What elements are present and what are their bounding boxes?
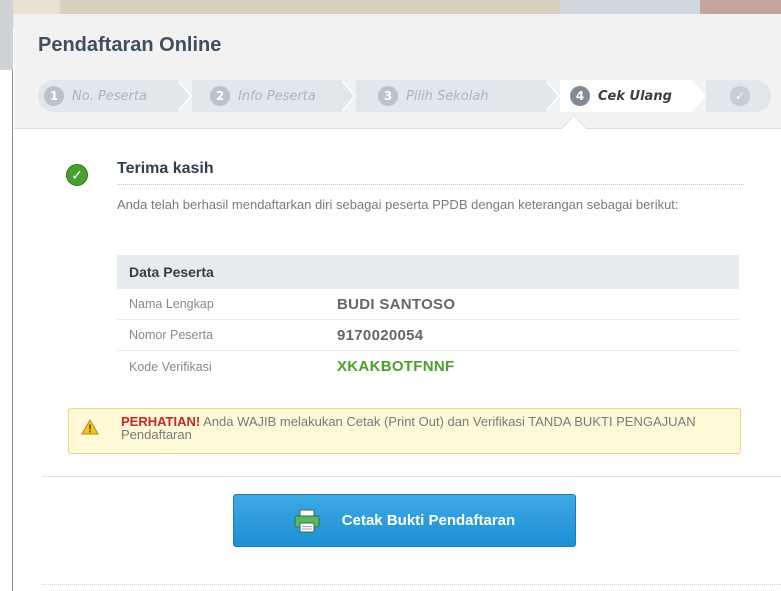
wizard-step-cek-ulang[interactable]: 4 Cek Ulang — [560, 80, 692, 112]
check-icon: ✓ — [730, 86, 750, 106]
print-proof-button[interactable]: Cetak Bukti Pendaftaran — [233, 494, 576, 547]
table-row: Nomor Peserta 9170020054 — [117, 320, 739, 351]
background-edge — [0, 0, 13, 70]
printer-icon — [294, 509, 320, 532]
table-row: Kode Verifikasi XKAKBOTFNNF — [117, 351, 739, 382]
wizard-steps: 1 No. Peserta 2 Info Peserta 3 Pilih Sek… — [38, 80, 771, 112]
warning-alert: PERHATIAN! Anda WAJIB melakukan Cetak (P… — [68, 408, 741, 454]
divider — [117, 184, 744, 185]
confirmation-title: Terima kasih — [117, 160, 214, 177]
step-separator — [340, 80, 354, 112]
step-number-badge: 2 — [210, 86, 230, 106]
confirmation-description: Anda telah berhasil mendaftarkan diri se… — [117, 197, 679, 212]
participant-data-table: Data Peserta Nama Lengkap BUDI SANTOSO N… — [117, 255, 739, 382]
print-button-label: Cetak Bukti Pendaftaran — [341, 512, 516, 529]
row-label: Nomor Peserta — [129, 328, 214, 342]
step-number-badge: 1 — [44, 86, 64, 106]
row-label: Nama Lengkap — [129, 297, 214, 311]
divider — [42, 476, 781, 477]
wizard-step-no-peserta[interactable]: 1 No. Peserta — [38, 80, 178, 112]
table-row: Nama Lengkap BUDI SANTOSO — [117, 289, 739, 320]
step-separator — [692, 80, 706, 112]
divider — [42, 584, 781, 585]
step-label: Cek Ulang — [598, 88, 672, 104]
step-separator — [176, 80, 190, 112]
wizard-step-info-peserta[interactable]: 2 Info Peserta — [192, 80, 342, 112]
step-label: Pilih Sekolah — [406, 88, 489, 104]
check-circle-icon: ✓ — [66, 164, 88, 186]
wizard-step-finish[interactable]: ✓ — [706, 80, 771, 112]
verification-code-value: XKAKBOTFNNF — [337, 358, 455, 375]
row-label: Kode Verifikasi — [129, 359, 212, 374]
step-number-badge: 3 — [378, 86, 398, 106]
background-edge — [0, 0, 13, 591]
step-label: Info Peserta — [238, 88, 316, 104]
warning-icon — [81, 419, 99, 435]
step-separator — [544, 80, 558, 112]
modal-title: Pendaftaran Online — [38, 34, 222, 56]
step-number-badge: 4 — [570, 86, 590, 106]
modal-header: Pendaftaran Online 1 No. Peserta 2 Info … — [14, 14, 781, 129]
alert-message: PERHATIAN! Anda WAJIB melakukan Cetak (P… — [121, 415, 731, 441]
step-label: No. Peserta — [72, 88, 147, 104]
alert-text: Anda WAJIB melakukan Cetak (Print Out) d… — [121, 414, 696, 442]
registration-modal: Pendaftaran Online 1 No. Peserta 2 Info … — [14, 14, 781, 591]
full-name-value: BUDI SANTOSO — [337, 295, 456, 313]
wizard-step-pilih-sekolah[interactable]: 3 Pilih Sekolah — [356, 80, 546, 112]
participant-number-value: 9170020054 — [337, 326, 424, 344]
table-header: Data Peserta — [117, 255, 739, 289]
active-step-pointer — [562, 116, 586, 129]
